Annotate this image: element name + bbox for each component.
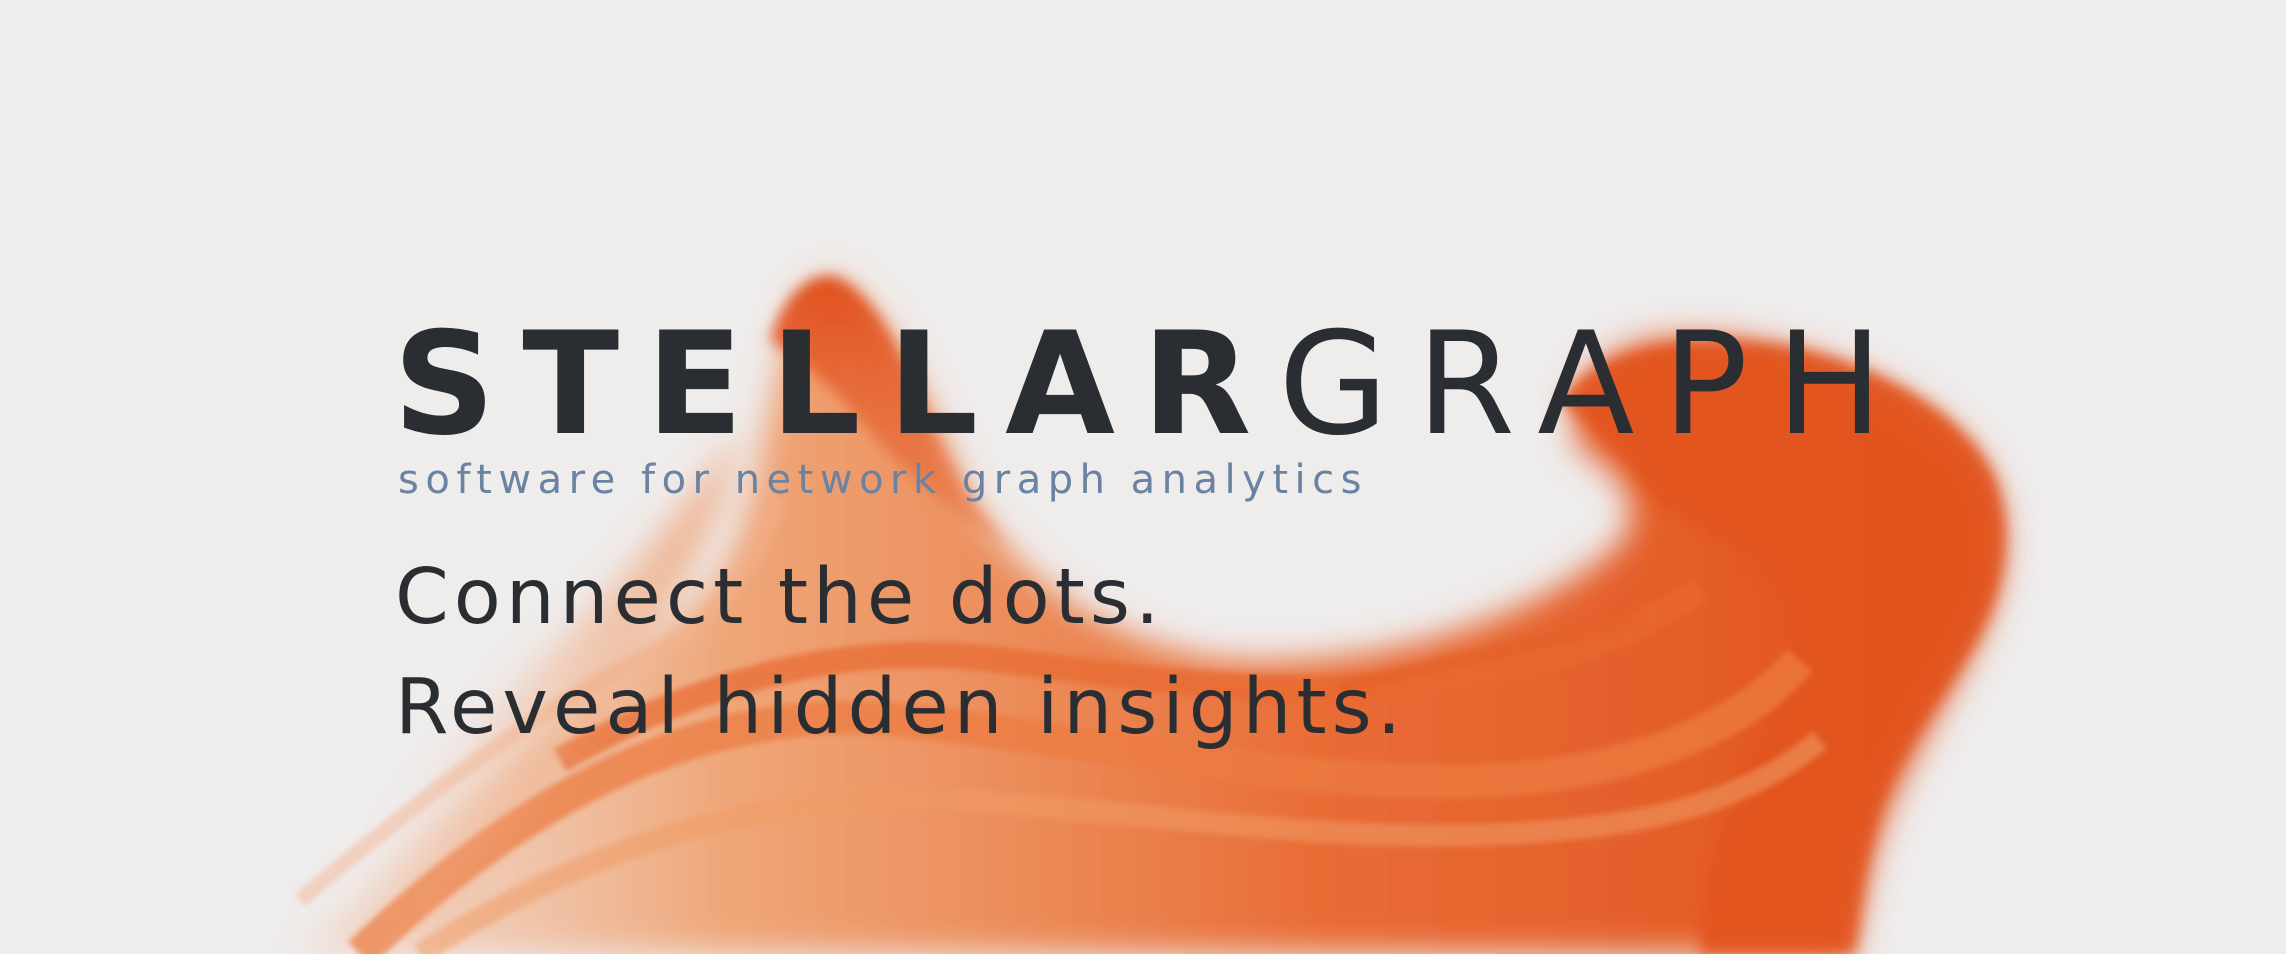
slogan-line-1: Connect the dots. [395,553,1165,642]
brand-name-light: GRAPH [1278,302,1911,467]
hero-banner: STELLARGRAPH software for network graph … [0,0,2286,954]
brand-logo: STELLARGRAPH [393,305,1911,465]
brand-name-bold: STELLAR [393,302,1279,467]
brand-tagline: software for network graph analytics [398,457,1368,503]
slogan-line-2: Reveal hidden insights. [395,663,1407,752]
